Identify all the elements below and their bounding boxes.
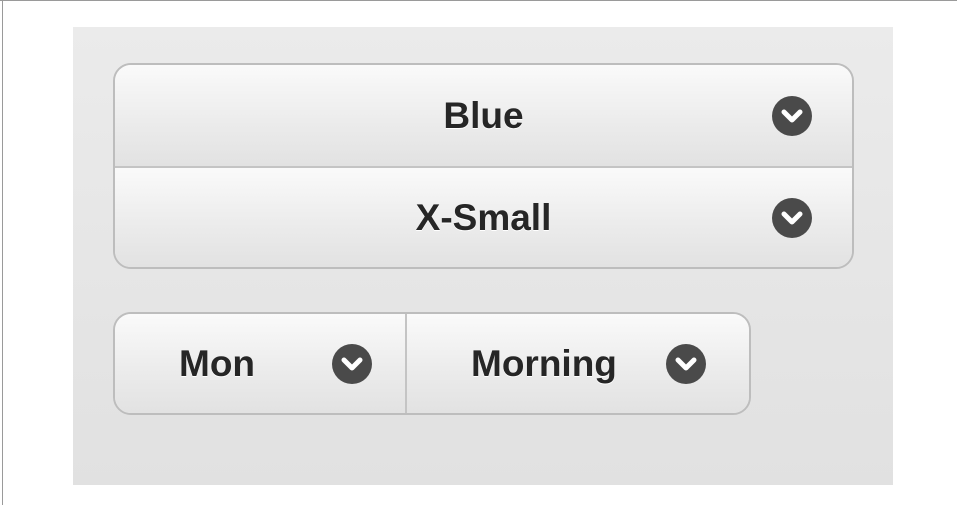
vertical-select-group: Blue X-Small (113, 63, 854, 269)
chevron-down-icon (772, 197, 812, 238)
time-select[interactable]: Morning (407, 314, 749, 413)
horizontal-select-group: Mon Morning (113, 312, 751, 415)
color-select[interactable]: Blue (115, 65, 852, 166)
size-select[interactable]: X-Small (115, 166, 852, 267)
chevron-down-icon (666, 343, 706, 384)
chevron-down-icon (332, 343, 372, 384)
day-select-label: Mon (179, 342, 256, 384)
frame-left-border (2, 0, 3, 505)
content-panel: Blue X-Small Mon Morning (73, 27, 893, 485)
time-select-label: Morning (471, 342, 617, 384)
day-select[interactable]: Mon (115, 314, 407, 413)
chevron-down-icon (772, 95, 812, 136)
color-select-label: Blue (443, 94, 524, 136)
size-select-label: X-Small (415, 196, 552, 238)
